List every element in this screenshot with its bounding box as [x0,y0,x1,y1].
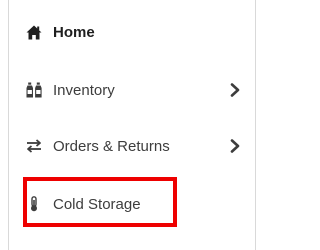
sidebar-item-label: Inventory [53,81,115,99]
sidebar-item-label: Home [53,23,95,41]
bottles-icon [26,82,42,98]
home-icon [26,24,42,40]
sidebar-item-inventory[interactable]: Inventory [26,76,241,104]
exchange-arrows-icon [26,138,42,154]
sidebar-item-home[interactable]: Home [26,18,241,46]
highlight-box [23,177,177,227]
chevron-right-icon[interactable] [229,83,241,97]
sidebar-item-label: Orders & Returns [53,137,170,155]
sidebar-item-orders-returns[interactable]: Orders & Returns [26,132,241,160]
chevron-right-icon[interactable] [229,139,241,153]
